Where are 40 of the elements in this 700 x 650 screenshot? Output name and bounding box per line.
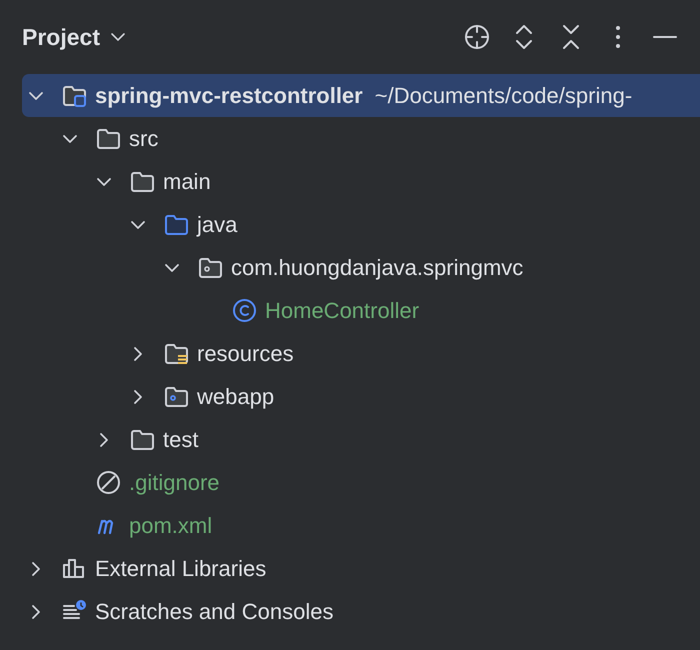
- tree-row[interactable]: java: [22, 203, 700, 246]
- folder-icon: [96, 126, 121, 151]
- node-label: HomeController: [265, 298, 420, 324]
- tree-row[interactable]: resources: [22, 332, 700, 375]
- resource-folder-icon: [164, 341, 189, 366]
- tree-row[interactable]: src: [22, 117, 700, 160]
- node-label: com.huongdanjava.springmvc: [231, 254, 524, 280]
- folder-icon: [164, 212, 189, 237]
- node-label: java: [197, 212, 238, 238]
- node-label: test: [163, 426, 198, 452]
- path-text: ~/Documents/code/spring-: [374, 82, 632, 108]
- node-label: Scratches and Consoles: [95, 598, 334, 624]
- tree-row[interactable]: External Libraries: [22, 547, 700, 590]
- tree-row[interactable]: test: [22, 418, 700, 461]
- package-folder-icon: [198, 255, 223, 280]
- tree-row[interactable]: Scratches and Consoles: [22, 590, 700, 633]
- tree-row[interactable]: spring-mvc-restcontroller ~/Documents/code/spring-: [22, 74, 700, 117]
- node-label: src: [129, 126, 158, 152]
- tree-row[interactable]: pom.xml: [22, 504, 700, 547]
- folder-icon: [130, 169, 155, 194]
- node-label: spring-mvc-restcontroller: [95, 82, 363, 108]
- module-folder-icon: [62, 83, 87, 108]
- folder-icon: [130, 427, 155, 452]
- ignore-icon: [96, 470, 121, 495]
- class-icon: [232, 298, 257, 323]
- tree-row[interactable]: main: [22, 160, 700, 203]
- tree-row[interactable]: webapp: [22, 375, 700, 418]
- tree-row[interactable]: com.huongdanjava.springmvc: [22, 246, 700, 289]
- node-label: External Libraries: [95, 556, 266, 582]
- node-label: webapp: [197, 384, 274, 410]
- node-label: .gitignore: [129, 470, 220, 496]
- tree-row[interactable]: .gitignore: [22, 461, 700, 504]
- tree-row[interactable]: HomeController: [22, 289, 700, 332]
- libraries-icon: [62, 556, 87, 581]
- node-label: resources: [197, 340, 294, 366]
- crosshair-icon[interactable]: [463, 24, 490, 50]
- node-label: pom.xml: [129, 512, 212, 538]
- node-label: main: [163, 168, 211, 194]
- web-folder-icon: [164, 384, 189, 409]
- panel-title[interactable]: Project: [22, 24, 100, 50]
